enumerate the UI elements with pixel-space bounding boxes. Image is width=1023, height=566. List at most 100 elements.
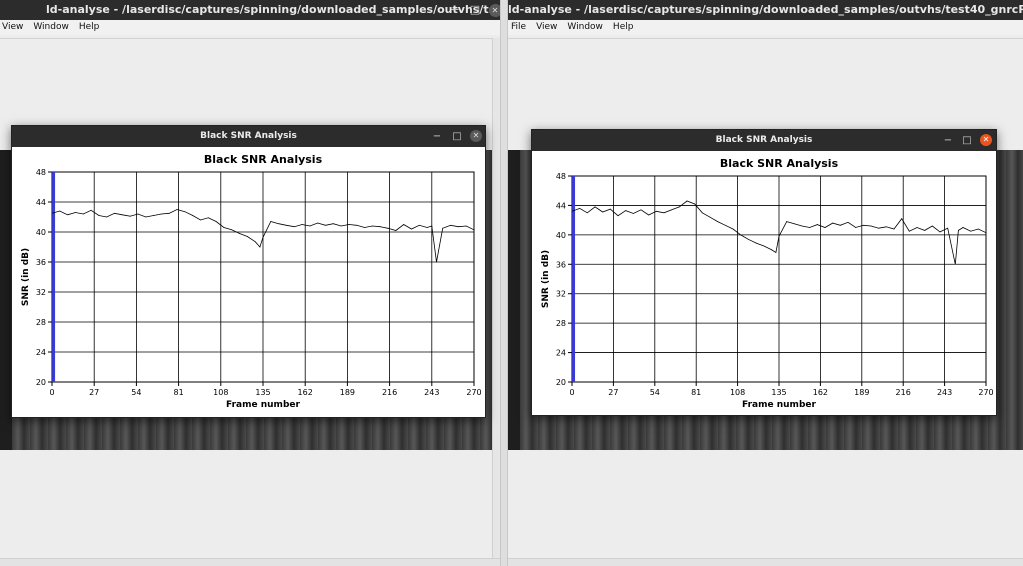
snr-data-point [801, 225, 803, 227]
snr-data-point [985, 232, 987, 234]
x-tick-label: 135 [771, 388, 786, 397]
left-minimize-icon[interactable]: − [446, 0, 464, 20]
left-window-titlebar[interactable]: ld-analyse - /laserdisc/captures/spinnin… [0, 0, 500, 20]
snr-data-point [51, 212, 53, 214]
snr-data-point [465, 225, 467, 227]
right-window-titlebar[interactable]: ld-analyse - /laserdisc/captures/spinnin… [508, 0, 1023, 20]
left-dialog-minimize-icon[interactable]: − [429, 126, 445, 147]
snr-data-point [924, 230, 926, 231]
y-tick-label: 48 [556, 172, 566, 181]
right-horizontal-scrollbar[interactable] [508, 558, 1023, 566]
snr-data-point [325, 224, 326, 226]
x-axis-label: Frame number [226, 400, 300, 410]
y-axis-label: SNR (in dB) [21, 248, 31, 306]
snr-data-point [121, 214, 123, 216]
menu-file[interactable]: File [511, 22, 526, 32]
snr-data-point [395, 230, 397, 231]
snr-data-point [747, 238, 749, 240]
menu-window[interactable]: Window [33, 22, 69, 32]
y-tick-label: 36 [36, 258, 46, 267]
y-tick-label: 48 [36, 168, 46, 177]
snr-data-point [775, 252, 777, 253]
left-snr-dialog: Black SNR Analysis − □ ✕ 0 27 54 81 108 135 16… [11, 125, 486, 418]
snr-data-point [262, 236, 264, 238]
y-tick-label: 32 [36, 288, 46, 297]
y-tick-label: 28 [36, 318, 46, 327]
right-dialog-title: Black SNR Analysis [715, 135, 813, 145]
snr-data-point [356, 224, 358, 226]
snr-data-point [82, 213, 84, 215]
menu-view[interactable]: View [536, 22, 557, 32]
x-tick-label: 270 [466, 388, 481, 397]
left-vertical-scrollbar[interactable] [492, 38, 500, 566]
x-tick-label: 81 [174, 388, 184, 397]
left-menubar: View Window Help [0, 20, 500, 35]
snr-data-point [215, 221, 217, 222]
snr-data-point [98, 215, 100, 216]
y-tick-label: 44 [36, 198, 46, 207]
snr-data-point [617, 215, 619, 217]
left-dialog-maximize-icon[interactable]: □ [449, 126, 465, 147]
snr-data-point [816, 224, 818, 225]
snr-data-point [671, 209, 673, 211]
snr-data-point [403, 224, 405, 225]
snr-data-point [223, 227, 225, 228]
left-horizontal-scrollbar[interactable] [0, 558, 500, 566]
menu-help[interactable]: Help [79, 22, 100, 32]
left-window-title: ld-analyse - /laserdisc/captures/spinnin… [46, 3, 500, 16]
x-tick-label: 81 [691, 388, 701, 397]
snr-data-point [855, 227, 857, 228]
left-maximize-icon[interactable]: □ [466, 0, 484, 20]
x-tick-label: 0 [569, 388, 574, 397]
menu-window[interactable]: Window [567, 22, 603, 32]
snr-data-point [602, 211, 604, 213]
right-dialog-close-icon[interactable]: ✕ [980, 134, 992, 146]
snr-data-point [648, 214, 650, 216]
snr-data-point [176, 209, 178, 210]
menu-view[interactable]: View [2, 22, 23, 32]
snr-data-point [317, 222, 319, 224]
snr-data-point [309, 225, 311, 227]
snr-data-point [709, 216, 711, 218]
snr-data-point [571, 210, 573, 212]
y-axis-label: SNR (in dB) [541, 250, 551, 308]
snr-data-point [161, 213, 162, 215]
left-close-icon[interactable]: ✕ [486, 0, 500, 20]
left-dialog-titlebar[interactable]: Black SNR Analysis [12, 126, 485, 147]
snr-data-point [717, 221, 719, 223]
snr-data-point [678, 206, 680, 208]
snr-data-point [436, 261, 437, 263]
right-dialog-maximize-icon[interactable]: □ [959, 130, 975, 151]
y-tick-label: 32 [556, 290, 566, 299]
right-dialog-titlebar[interactable]: Black SNR Analysis [532, 130, 996, 151]
snr-data-point [847, 221, 849, 223]
y-tick-label: 20 [556, 378, 566, 387]
snr-data-point [663, 212, 665, 214]
snr-data-point [231, 229, 233, 231]
snr-data-point [340, 225, 342, 227]
snr-data-point [192, 215, 194, 216]
window-divider [500, 0, 508, 566]
y-tick-label: 24 [556, 349, 566, 358]
snr-data-point [442, 227, 444, 229]
left-dialog-close-icon[interactable]: ✕ [470, 130, 482, 142]
right-menubar: File View Window Help [508, 20, 1023, 35]
snr-data-point [609, 208, 611, 210]
x-axis-label: Frame number [742, 400, 816, 410]
x-tick-label: 0 [49, 388, 54, 397]
menu-help[interactable]: Help [613, 22, 634, 32]
snr-data-point [418, 224, 420, 226]
snr-data-point [824, 227, 826, 228]
snr-data-point [387, 227, 389, 229]
snr-data-point [379, 226, 381, 228]
snr-data-point [184, 211, 186, 213]
right-snr-dialog: Black SNR Analysis − □ ✕ 0 27 54 81 108 135 16… [531, 129, 997, 416]
right-window-title: ld-analyse - /laserdisc/captures/spinnin… [508, 3, 1023, 16]
right-dialog-minimize-icon[interactable]: − [940, 130, 956, 151]
snr-data-point [732, 228, 734, 230]
x-tick-label: 27 [608, 388, 618, 397]
snr-data-point [293, 226, 295, 228]
snr-data-point [145, 216, 147, 218]
x-tick-label: 54 [650, 388, 660, 397]
y-tick-label: 36 [556, 260, 566, 269]
